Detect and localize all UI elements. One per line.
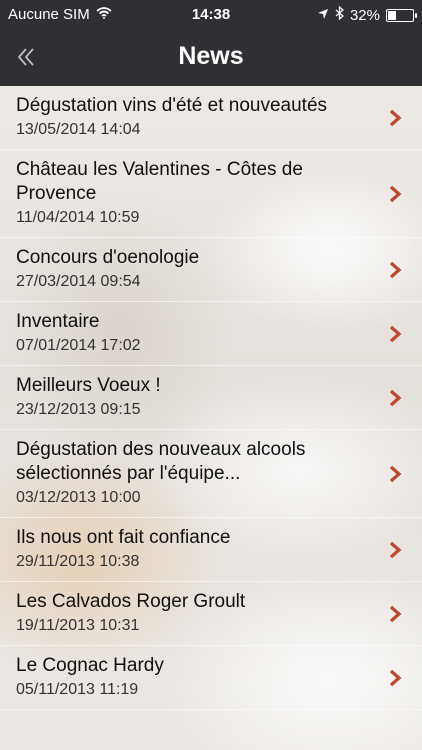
news-title: Ils nous ont fait confiance — [16, 527, 231, 548]
news-date: 29/11/2013 10:38 — [16, 553, 140, 570]
news-date: 23/12/2013 09:15 — [16, 401, 141, 418]
news-row[interactable]: Inventaire 07/01/2014 17:02 — [0, 302, 422, 366]
chevron-right-icon — [389, 465, 402, 482]
chevron-right-icon — [389, 185, 402, 202]
news-list: Dégustation vins d'été et nouveautés 13/0… — [0, 86, 422, 710]
bluetooth-icon — [335, 5, 344, 24]
news-row[interactable]: Le Cognac Hardy 05/11/2013 11:19 — [0, 646, 422, 710]
chevron-right-icon — [389, 541, 402, 558]
news-date: 27/03/2014 09:54 — [16, 273, 141, 290]
news-row[interactable]: Dégustation vins d'été et nouveautés 13/0… — [0, 86, 422, 150]
page-title: News — [178, 42, 244, 70]
news-row[interactable]: Château les Valentines - Côtes de Proven… — [0, 150, 422, 238]
news-title: Meilleurs Voeux ! — [16, 375, 161, 396]
battery-icon — [386, 8, 417, 22]
news-title: Dégustation des nouveaux alcools sélecti… — [16, 439, 306, 484]
navigation-bar: News — [0, 28, 422, 86]
chevron-right-icon — [389, 109, 402, 126]
news-title: Le Cognac Hardy — [16, 655, 164, 676]
chevron-right-icon — [389, 669, 402, 686]
news-row[interactable]: Ils nous ont fait confiance 29/11/2013 10… — [0, 518, 422, 582]
chevron-right-icon — [389, 325, 402, 342]
news-date: 03/12/2013 10:00 — [16, 489, 141, 506]
battery-percent: 32% — [349, 6, 380, 24]
news-date: 19/11/2013 10:31 — [16, 617, 140, 634]
news-date: 07/01/2014 17:02 — [16, 337, 141, 354]
news-row[interactable]: Les Calvados Roger Groult 19/11/2013 10:3… — [0, 582, 422, 646]
news-title: Concours d'oenologie — [16, 247, 200, 268]
news-row[interactable]: Concours d'oenologie 27/03/2014 09:54 — [0, 238, 422, 302]
news-date: 05/11/2013 11:19 — [16, 681, 139, 698]
chevron-right-icon — [389, 261, 402, 278]
chevron-right-icon — [389, 389, 402, 406]
location-arrow-icon — [317, 7, 329, 24]
chevron-right-icon — [389, 605, 402, 622]
news-title: Dégustation vins d'été et nouveautés — [16, 95, 328, 116]
status-bar: Aucune SIM 14:38 32% — [0, 0, 422, 28]
news-row[interactable]: Meilleurs Voeux ! 23/12/2013 09:15 — [0, 366, 422, 430]
news-title: Inventaire — [16, 311, 100, 332]
news-date: 11/04/2014 10:59 — [16, 209, 140, 226]
news-date: 13/05/2014 14:04 — [16, 121, 141, 138]
news-title: Les Calvados Roger Groult — [16, 591, 246, 612]
news-row[interactable]: Dégustation des nouveaux alcools sélecti… — [0, 430, 422, 518]
news-title: Château les Valentines - Côtes de Proven… — [16, 159, 303, 204]
